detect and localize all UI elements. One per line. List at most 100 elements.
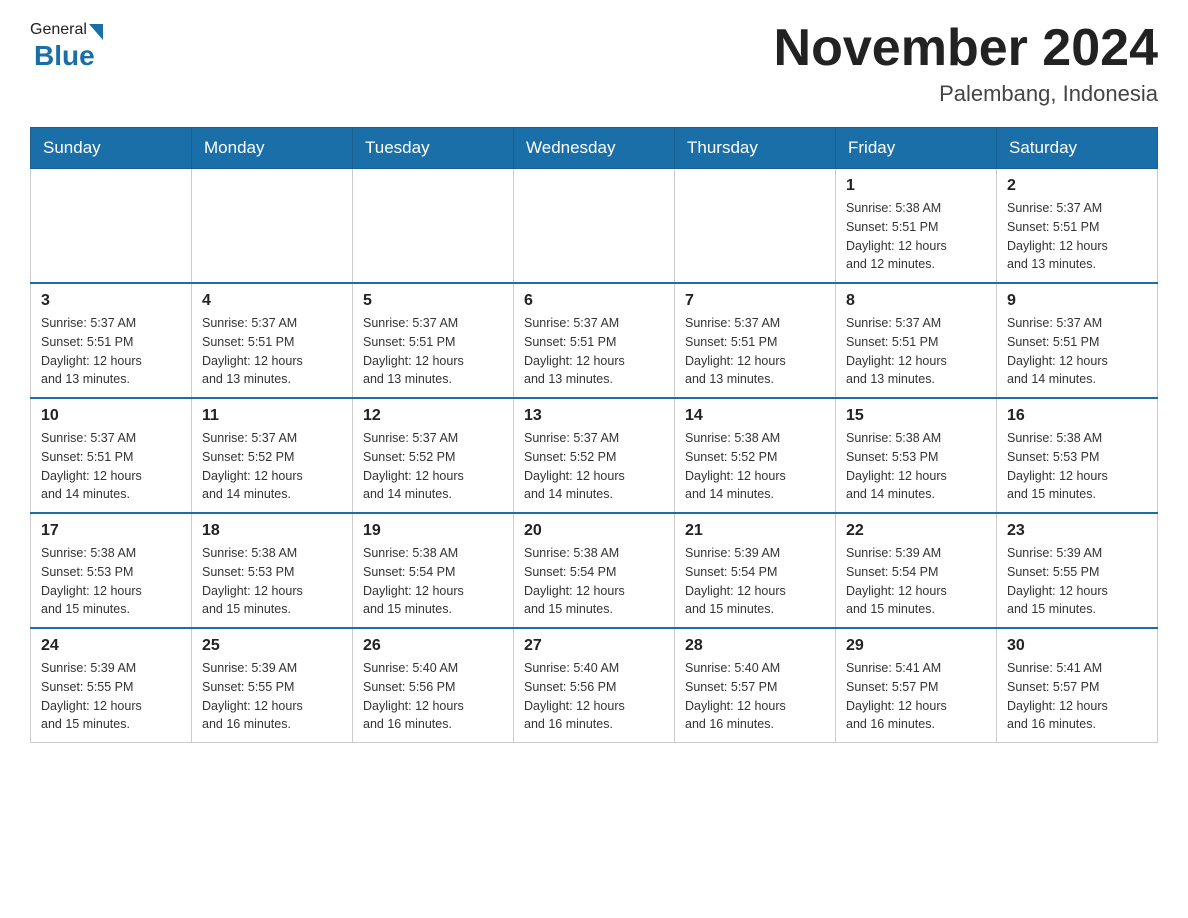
day-info: Sunrise: 5:37 AM Sunset: 5:52 PM Dayligh… — [363, 429, 503, 504]
calendar-cell: 4 Sunrise: 5:37 AM Sunset: 5:51 PM Daylig… — [192, 283, 353, 398]
calendar-cell: 9Sunrise: 5:37 AM Sunset: 5:51 PM Daylig… — [997, 283, 1158, 398]
day-info: Sunrise: 5:37 AM Sunset: 5:51 PM Dayligh… — [41, 314, 181, 389]
calendar-cell — [675, 169, 836, 284]
day-number: 27 — [524, 637, 664, 655]
calendar-cell: 30 Sunrise: 5:41 AM Sunset: 5:57 PM Dayli… — [997, 628, 1158, 743]
day-info: Sunrise: 5:38 AM Sunset: 5:53 PM Dayligh… — [846, 429, 986, 504]
day-number: 7 — [685, 292, 825, 310]
day-number: 18 — [202, 522, 342, 540]
day-number: 9 — [1007, 292, 1147, 310]
calendar-cell: 2 Sunrise: 5:37 AM Sunset: 5:51 PM Daylig… — [997, 169, 1158, 284]
calendar-cell: 3 Sunrise: 5:37 AM Sunset: 5:51 PM Daylig… — [31, 283, 192, 398]
day-info: Sunrise: 5:37 AM Sunset: 5:51 PM Dayligh… — [202, 314, 342, 389]
calendar-cell: 22 Sunrise: 5:39 AM Sunset: 5:54 PM Dayli… — [836, 513, 997, 628]
day-number: 29 — [846, 637, 986, 655]
calendar-cell — [31, 169, 192, 284]
weekday-header-tuesday: Tuesday — [353, 128, 514, 169]
day-info: Sunrise: 5:37 AM Sunset: 5:51 PM Dayligh… — [1007, 199, 1147, 274]
calendar-cell: 24Sunrise: 5:39 AM Sunset: 5:55 PM Dayli… — [31, 628, 192, 743]
calendar-cell: 20 Sunrise: 5:38 AM Sunset: 5:54 PM Dayli… — [514, 513, 675, 628]
location-title: Palembang, Indonesia — [774, 81, 1158, 107]
day-info: Sunrise: 5:39 AM Sunset: 5:55 PM Dayligh… — [1007, 544, 1147, 619]
calendar-cell: 26 Sunrise: 5:40 AM Sunset: 5:56 PM Dayli… — [353, 628, 514, 743]
calendar-week-row: 3 Sunrise: 5:37 AM Sunset: 5:51 PM Daylig… — [31, 283, 1158, 398]
calendar-week-row: 1Sunrise: 5:38 AM Sunset: 5:51 PM Daylig… — [31, 169, 1158, 284]
day-info: Sunrise: 5:41 AM Sunset: 5:57 PM Dayligh… — [1007, 659, 1147, 734]
logo: General Blue — [30, 20, 103, 72]
logo-blue-text: Blue — [34, 40, 95, 72]
calendar-cell: 7 Sunrise: 5:37 AM Sunset: 5:51 PM Daylig… — [675, 283, 836, 398]
calendar-cell: 23Sunrise: 5:39 AM Sunset: 5:55 PM Dayli… — [997, 513, 1158, 628]
day-number: 2 — [1007, 177, 1147, 195]
calendar-cell: 6Sunrise: 5:37 AM Sunset: 5:51 PM Daylig… — [514, 283, 675, 398]
calendar-week-row: 17 Sunrise: 5:38 AM Sunset: 5:53 PM Dayli… — [31, 513, 1158, 628]
calendar-cell: 11 Sunrise: 5:37 AM Sunset: 5:52 PM Dayli… — [192, 398, 353, 513]
weekday-header-friday: Friday — [836, 128, 997, 169]
day-number: 24 — [41, 637, 181, 655]
weekday-header-sunday: Sunday — [31, 128, 192, 169]
day-number: 3 — [41, 292, 181, 310]
calendar-cell: 27 Sunrise: 5:40 AM Sunset: 5:56 PM Dayli… — [514, 628, 675, 743]
day-number: 30 — [1007, 637, 1147, 655]
day-number: 22 — [846, 522, 986, 540]
calendar-cell: 19Sunrise: 5:38 AM Sunset: 5:54 PM Dayli… — [353, 513, 514, 628]
calendar-cell — [192, 169, 353, 284]
calendar-cell: 29 Sunrise: 5:41 AM Sunset: 5:57 PM Dayli… — [836, 628, 997, 743]
day-info: Sunrise: 5:39 AM Sunset: 5:54 PM Dayligh… — [846, 544, 986, 619]
calendar-cell: 16Sunrise: 5:38 AM Sunset: 5:53 PM Dayli… — [997, 398, 1158, 513]
weekday-header-wednesday: Wednesday — [514, 128, 675, 169]
calendar-cell: 18 Sunrise: 5:38 AM Sunset: 5:53 PM Dayli… — [192, 513, 353, 628]
day-info: Sunrise: 5:39 AM Sunset: 5:55 PM Dayligh… — [202, 659, 342, 734]
day-info: Sunrise: 5:37 AM Sunset: 5:51 PM Dayligh… — [685, 314, 825, 389]
day-number: 14 — [685, 407, 825, 425]
day-number: 8 — [846, 292, 986, 310]
calendar-cell: 21Sunrise: 5:39 AM Sunset: 5:54 PM Dayli… — [675, 513, 836, 628]
day-info: Sunrise: 5:38 AM Sunset: 5:54 PM Dayligh… — [524, 544, 664, 619]
day-info: Sunrise: 5:38 AM Sunset: 5:53 PM Dayligh… — [1007, 429, 1147, 504]
calendar-cell: 14 Sunrise: 5:38 AM Sunset: 5:52 PM Dayli… — [675, 398, 836, 513]
day-number: 4 — [202, 292, 342, 310]
calendar-cell: 13 Sunrise: 5:37 AM Sunset: 5:52 PM Dayli… — [514, 398, 675, 513]
day-info: Sunrise: 5:37 AM Sunset: 5:51 PM Dayligh… — [41, 429, 181, 504]
calendar-cell: 12 Sunrise: 5:37 AM Sunset: 5:52 PM Dayli… — [353, 398, 514, 513]
day-number: 17 — [41, 522, 181, 540]
day-number: 21 — [685, 522, 825, 540]
day-number: 1 — [846, 177, 986, 195]
day-number: 20 — [524, 522, 664, 540]
calendar-week-row: 24 Sunrise: 5:39 AM Sunset: 5:55 PM Dayli… — [31, 628, 1158, 743]
day-info: Sunrise: 5:40 AM Sunset: 5:56 PM Dayligh… — [363, 659, 503, 734]
day-number: 26 — [363, 637, 503, 655]
day-info: Sunrise: 5:38 AM Sunset: 5:53 PM Dayligh… — [41, 544, 181, 619]
day-info: Sunrise: 5:37 AM Sunset: 5:51 PM Dayligh… — [846, 314, 986, 389]
title-area: November 2024 Palembang, Indonesia — [774, 20, 1158, 107]
day-number: 11 — [202, 407, 342, 425]
weekday-header-saturday: Saturday — [997, 128, 1158, 169]
day-number: 13 — [524, 407, 664, 425]
calendar-cell: 25Sunrise: 5:39 AM Sunset: 5:55 PM Dayli… — [192, 628, 353, 743]
calendar-week-row: 10Sunrise: 5:37 AM Sunset: 5:51 PM Dayli… — [31, 398, 1158, 513]
day-info: Sunrise: 5:37 AM Sunset: 5:52 PM Dayligh… — [202, 429, 342, 504]
day-info: Sunrise: 5:40 AM Sunset: 5:56 PM Dayligh… — [524, 659, 664, 734]
weekday-header-thursday: Thursday — [675, 128, 836, 169]
calendar-cell: 8 Sunrise: 5:37 AM Sunset: 5:51 PM Daylig… — [836, 283, 997, 398]
calendar-cell: 15Sunrise: 5:38 AM Sunset: 5:53 PM Dayli… — [836, 398, 997, 513]
day-info: Sunrise: 5:37 AM Sunset: 5:52 PM Dayligh… — [524, 429, 664, 504]
day-number: 12 — [363, 407, 503, 425]
day-number: 5 — [363, 292, 503, 310]
day-number: 28 — [685, 637, 825, 655]
page-header: General Blue November 2024 Palembang, In… — [30, 20, 1158, 107]
day-info: Sunrise: 5:38 AM Sunset: 5:53 PM Dayligh… — [202, 544, 342, 619]
weekday-header-monday: Monday — [192, 128, 353, 169]
day-number: 6 — [524, 292, 664, 310]
calendar-cell: 1Sunrise: 5:38 AM Sunset: 5:51 PM Daylig… — [836, 169, 997, 284]
day-info: Sunrise: 5:38 AM Sunset: 5:52 PM Dayligh… — [685, 429, 825, 504]
day-info: Sunrise: 5:37 AM Sunset: 5:51 PM Dayligh… — [363, 314, 503, 389]
day-info: Sunrise: 5:41 AM Sunset: 5:57 PM Dayligh… — [846, 659, 986, 734]
calendar-cell: 28 Sunrise: 5:40 AM Sunset: 5:57 PM Dayli… — [675, 628, 836, 743]
day-info: Sunrise: 5:40 AM Sunset: 5:57 PM Dayligh… — [685, 659, 825, 734]
calendar-cell — [514, 169, 675, 284]
calendar-table: SundayMondayTuesdayWednesdayThursdayFrid… — [30, 127, 1158, 743]
calendar-cell: 17 Sunrise: 5:38 AM Sunset: 5:53 PM Dayli… — [31, 513, 192, 628]
logo-triangle-icon — [89, 24, 103, 40]
month-title: November 2024 — [774, 20, 1158, 77]
